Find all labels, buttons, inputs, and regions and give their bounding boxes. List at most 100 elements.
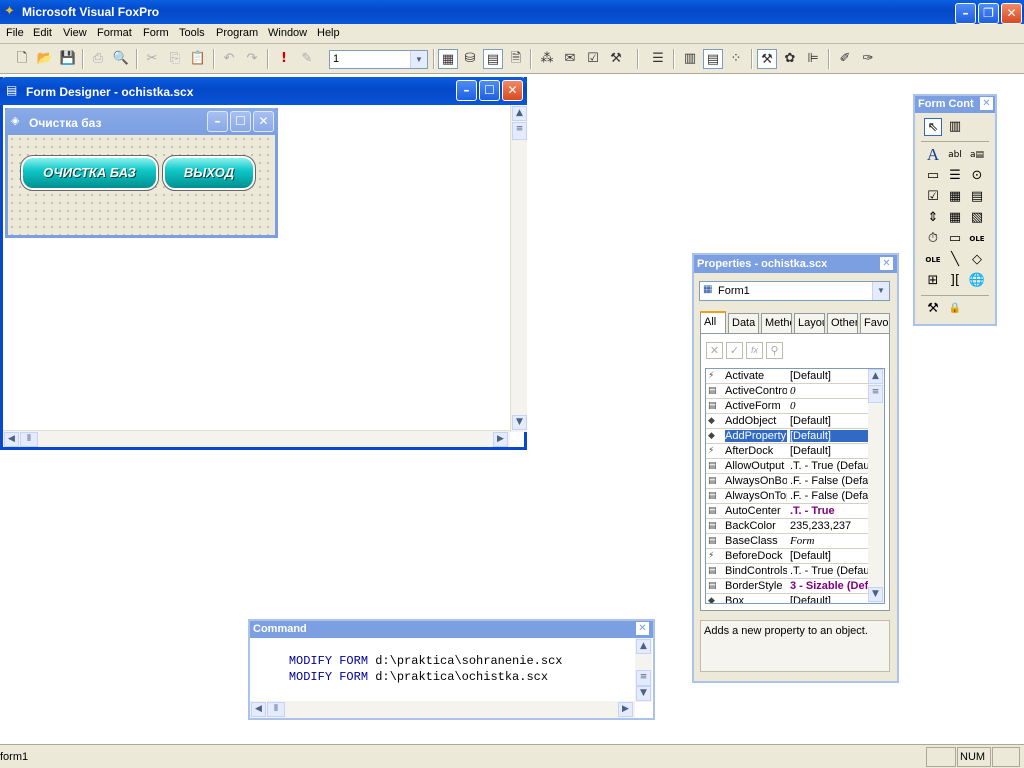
clear-bases-button[interactable]: ОЧИСТКА БАЗ — [20, 155, 159, 191]
listbox-icon[interactable]: ▤ — [968, 188, 986, 206]
property-value[interactable]: [Default] — [790, 430, 868, 442]
property-scroll-up-icon[interactable]: ▲ — [868, 369, 883, 384]
option-group-icon[interactable]: ⊙ — [968, 167, 986, 185]
menu-window[interactable]: Window — [268, 27, 307, 39]
button-lock-icon[interactable]: 🔒 — [946, 300, 964, 318]
object-dropdown-icon[interactable]: ▼ — [872, 282, 889, 300]
object-browser-icon[interactable]: ✉ — [560, 49, 580, 69]
toolbar-combo[interactable]: 1 ▼ — [329, 50, 428, 69]
combobox-icon[interactable]: ▦ — [946, 188, 964, 206]
exit-button[interactable]: ВЫХОД — [162, 155, 256, 191]
command-window-icon[interactable]: ▦ — [438, 49, 458, 69]
menu-program[interactable]: Program — [216, 27, 258, 39]
command-scroll-down-icon[interactable]: ▼ — [636, 686, 651, 701]
scroll-down-icon[interactable]: ▼ — [512, 415, 527, 430]
color-palette-icon[interactable]: ✿ — [780, 49, 800, 69]
ole-container-icon[interactable]: OLE — [968, 230, 986, 248]
property-value[interactable]: .T. - True — [790, 505, 868, 517]
form-data-icon[interactable]: ▥ — [680, 49, 700, 69]
hyperlink-icon[interactable]: 🌐 — [968, 272, 986, 290]
scroll-left-icon[interactable]: ◀ — [4, 432, 19, 447]
properties-close-icon[interactable]: ✕ — [880, 257, 893, 270]
property-row[interactable]: ▤ AlwaysOnTop.F. - False (Default) — [706, 489, 868, 504]
menu-view[interactable]: View — [63, 27, 87, 39]
shape-icon[interactable]: ◇ — [968, 251, 986, 269]
image-icon[interactable]: ▧ — [968, 209, 986, 227]
command-vscrollbar[interactable]: ▲ ≡ ▼ — [635, 638, 652, 702]
ole-bound-icon[interactable]: OLE — [924, 251, 942, 269]
view-classes-icon[interactable]: ▥ — [946, 118, 964, 136]
property-row[interactable]: ▤ BindControls.T. - True (Default) — [706, 564, 868, 579]
autoformat-icon[interactable]: ✑ — [858, 49, 878, 69]
textbox-icon[interactable]: abl — [946, 146, 964, 164]
zoom-icon[interactable]: ⚲ — [766, 342, 783, 359]
property-row[interactable]: ◆ AddProperty [Default] — [706, 429, 868, 444]
scroll-hthumb[interactable]: ⦀ — [20, 432, 38, 447]
function-icon[interactable]: fx — [746, 342, 763, 359]
property-value[interactable]: [Default] — [790, 370, 868, 382]
property-value[interactable]: .T. - True (Default) — [790, 460, 868, 472]
property-row[interactable]: ▤ BackColor 235,233,237 — [706, 519, 868, 534]
property-value[interactable]: [Default] — [790, 550, 868, 562]
checkbox-icon[interactable]: ☑ — [924, 188, 942, 206]
cancel-edit-icon[interactable]: ✕ — [706, 342, 723, 359]
property-value[interactable]: 0 — [790, 385, 868, 397]
command-line[interactable]: MODIFY FORM d:\praktica\ochistka.scx — [260, 656, 548, 698]
print-preview-icon[interactable]: 🔍 — [111, 49, 131, 69]
menu-edit[interactable]: Edit — [33, 27, 52, 39]
code-window-icon[interactable]: 🗎 — [506, 49, 526, 69]
accept-edit-icon[interactable]: ✓ — [726, 342, 743, 359]
scroll-up-icon[interactable]: ▲ — [512, 106, 527, 121]
property-row[interactable]: ⚡ AfterDock [Default] — [706, 444, 868, 459]
form-window[interactable]: ◈ Очистка баз – ☐ ✕ ОЧИСТКА БАЗ ВЫХОД — [5, 108, 278, 238]
property-value[interactable]: [Default] — [790, 445, 868, 457]
command-hscrollbar[interactable]: ◀ ⦀ ▶ — [250, 701, 635, 718]
command-group-icon[interactable]: ☰ — [946, 167, 964, 185]
copy-icon[interactable]: ⎘ — [165, 49, 185, 69]
scroll-right-icon[interactable]: ▶ — [493, 432, 508, 447]
pageframe-icon[interactable]: ▭ — [946, 230, 964, 248]
form-close-button[interactable]: ✕ — [253, 111, 274, 132]
tab-all[interactable]: All — [700, 311, 726, 333]
builder-lock-icon[interactable]: ⚒ — [924, 300, 942, 318]
redo-icon[interactable]: ↷ — [242, 49, 262, 69]
undo-icon[interactable]: ↶ — [219, 49, 239, 69]
tab-layout[interactable]: Layout — [794, 313, 825, 333]
class-browser-icon[interactable]: ⁂ — [537, 49, 557, 69]
open-icon[interactable]: 📂 — [35, 49, 55, 69]
menu-tools[interactable]: Tools — [179, 27, 205, 39]
properties-window-icon[interactable]: ▤ — [483, 49, 503, 69]
form-designer-close-button[interactable]: ✕ — [502, 80, 523, 101]
minimize-button[interactable]: – — [955, 3, 976, 24]
layout-icon[interactable]: ☰ — [648, 49, 668, 69]
tab-methods[interactable]: Methods — [761, 313, 792, 333]
property-value[interactable]: .F. - False (Default) — [790, 475, 868, 487]
form-tab-order-icon[interactable]: ⁘ — [726, 49, 746, 69]
timer-icon[interactable]: ⏱ — [924, 230, 942, 248]
save-icon[interactable]: 💾 — [58, 49, 78, 69]
builder-icon[interactable]: ✐ — [835, 49, 855, 69]
property-row[interactable]: ▤ BaseClass Form — [706, 534, 868, 549]
menu-format[interactable]: Format — [97, 27, 132, 39]
command-scroll-right-icon[interactable]: ▶ — [618, 702, 633, 717]
property-value[interactable]: .T. - True (Default) — [790, 565, 868, 577]
property-row[interactable]: ▤ AlwaysOnBottom.F. - False (Default) — [706, 474, 868, 489]
select-objects-icon[interactable]: ⇖ — [924, 118, 942, 136]
form-designer-minimize-button[interactable]: – — [456, 80, 477, 101]
label-icon[interactable]: A — [924, 146, 942, 164]
menu-form[interactable]: Form — [143, 27, 169, 39]
editbox-icon[interactable]: a▤ — [968, 146, 986, 164]
property-scroll-down-icon[interactable]: ▼ — [868, 587, 883, 602]
cut-icon[interactable]: ✂ — [142, 49, 162, 69]
close-button[interactable]: ✕ — [1001, 3, 1022, 24]
property-value[interactable]: 235,233,237 — [790, 520, 868, 532]
new-icon[interactable]: 🗋 — [12, 49, 32, 69]
form-maximize-button[interactable]: ☐ — [230, 111, 251, 132]
command-close-icon[interactable]: ✕ — [636, 622, 649, 635]
scroll-thumb[interactable]: ≡ — [512, 122, 527, 140]
form-designer-hscrollbar[interactable]: ◀ ⦀ ▶ — [3, 430, 510, 447]
property-row[interactable]: ⚡ BeforeDock [Default] — [706, 549, 868, 564]
property-scroll-thumb[interactable]: ≡ — [868, 385, 883, 403]
object-combo[interactable]: ▦ Form1 ▼ — [699, 281, 890, 301]
restore-button[interactable]: ❐ — [978, 3, 999, 24]
